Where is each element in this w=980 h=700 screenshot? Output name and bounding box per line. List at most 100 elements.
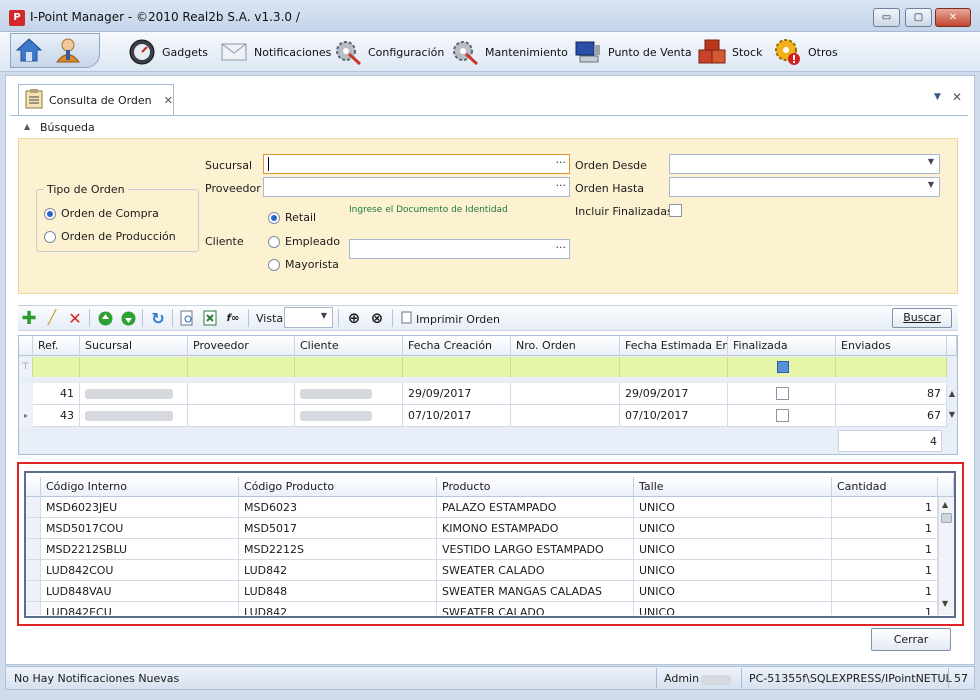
- imprimir-orden-button[interactable]: Imprimir Orden: [401, 311, 500, 327]
- scroll-thumb[interactable]: [941, 513, 952, 523]
- tab-consulta-de-orden[interactable]: Consulta de Orden ✕: [18, 84, 174, 115]
- cell-talle[interactable]: UNICO: [634, 581, 832, 602]
- orden-desde-select[interactable]: ▼: [669, 154, 940, 174]
- scroll-down-icon[interactable]: ▼: [942, 599, 948, 608]
- formula-icon[interactable]: f∞: [224, 309, 242, 327]
- close-tab-icon[interactable]: ✕: [164, 94, 173, 107]
- cell-codigo-interno[interactable]: MSD6023JEU: [41, 497, 239, 518]
- cell-talle[interactable]: UNICO: [634, 539, 832, 560]
- incluir-finalizadas-checkbox[interactable]: [669, 204, 682, 217]
- cliente-ellipsis-button[interactable]: ···: [556, 241, 567, 254]
- column-producto[interactable]: Producto: [437, 477, 634, 497]
- preview-icon[interactable]: [178, 309, 196, 327]
- cell-codigo-producto[interactable]: LUD842: [239, 602, 437, 615]
- column-codigo-interno[interactable]: Código Interno: [41, 477, 239, 497]
- column-cliente[interactable]: Cliente: [295, 336, 403, 356]
- orden-produccion-radio[interactable]: Orden de Producción: [44, 230, 176, 243]
- filter-checkbox[interactable]: [777, 361, 789, 373]
- add-icon[interactable]: ✚: [20, 308, 38, 329]
- move-down-icon[interactable]: [119, 309, 137, 327]
- cell-nro-orden[interactable]: [511, 383, 620, 405]
- cell-cantidad[interactable]: 1: [832, 581, 938, 602]
- cell-enviados[interactable]: 67: [836, 405, 947, 427]
- toolbar-stock[interactable]: Stock: [698, 37, 762, 67]
- column-fecha-creacion[interactable]: Fecha Creación: [403, 336, 511, 356]
- toolbar-punto-de-venta[interactable]: Punto de Venta: [574, 37, 692, 67]
- toolbar-configuracion[interactable]: Configuración: [334, 37, 444, 67]
- toolbar-notificaciones[interactable]: Notificaciones: [220, 37, 331, 67]
- scroll-up-icon[interactable]: ▲: [947, 389, 957, 398]
- cell-producto[interactable]: SWEATER MANGAS CALADAS: [437, 581, 634, 602]
- filter-cell[interactable]: [728, 357, 836, 377]
- cerrar-button[interactable]: Cerrar: [871, 628, 951, 651]
- column-ref[interactable]: Ref.: [33, 336, 80, 356]
- cliente-input[interactable]: ···: [349, 239, 570, 259]
- move-up-icon[interactable]: [96, 309, 114, 327]
- cell-fecha-estimada[interactable]: 07/10/2017: [620, 405, 728, 427]
- cell-cantidad[interactable]: 1: [832, 497, 938, 518]
- cell-sucursal[interactable]: [80, 383, 188, 405]
- filter-cell[interactable]: [403, 357, 511, 377]
- user-icon[interactable]: [54, 37, 82, 63]
- orden-compra-radio[interactable]: Orden de Compra: [44, 207, 159, 220]
- detail-scrollbar[interactable]: ▲ ▼: [938, 497, 954, 615]
- cell-codigo-interno[interactable]: MSD5017COU: [41, 518, 239, 539]
- refresh-icon[interactable]: ↻: [149, 309, 167, 328]
- cell-producto[interactable]: SWEATER CALADO: [437, 560, 634, 581]
- cell-producto[interactable]: SWEATER CALADO: [437, 602, 634, 615]
- filter-cell[interactable]: [188, 357, 295, 377]
- filter-cell[interactable]: [295, 357, 403, 377]
- cell-codigo-interno[interactable]: LUD842ECU: [41, 602, 239, 615]
- column-nro-orden[interactable]: Nro. Orden: [511, 336, 620, 356]
- cell-proveedor[interactable]: [188, 405, 295, 427]
- column-cantidad[interactable]: Cantidad: [832, 477, 938, 497]
- cell-cantidad[interactable]: 1: [832, 539, 938, 560]
- cell-talle[interactable]: UNICO: [634, 602, 832, 615]
- cell-codigo-interno[interactable]: LUD848VAU: [41, 581, 239, 602]
- cell-cantidad[interactable]: 1: [832, 518, 938, 539]
- cell-fecha-creacion[interactable]: 07/10/2017: [403, 405, 511, 427]
- export-excel-icon[interactable]: [201, 309, 219, 327]
- toolbar-mantenimiento[interactable]: Mantenimiento: [451, 37, 568, 67]
- cell-proveedor[interactable]: [188, 383, 295, 405]
- busqueda-header[interactable]: Búsqueda: [40, 121, 95, 134]
- scroll-up-icon[interactable]: ▲: [942, 500, 948, 509]
- filter-cell[interactable]: [33, 357, 80, 377]
- toolbar-gadgets[interactable]: Gadgets: [128, 37, 208, 67]
- toolbar-otros[interactable]: Otros: [774, 37, 838, 67]
- grid-scrollbar[interactable]: ▲ ▼: [947, 383, 957, 427]
- cell-nro-orden[interactable]: [511, 405, 620, 427]
- buscar-button[interactable]: Buscar: [892, 308, 952, 328]
- zoom-out-icon[interactable]: ⊗: [368, 309, 386, 327]
- home-icon[interactable]: [15, 37, 43, 63]
- column-sucursal[interactable]: Sucursal: [80, 336, 188, 356]
- minimize-button[interactable]: ▭: [873, 8, 900, 27]
- cell-finalizada[interactable]: [728, 383, 836, 405]
- cell-ref[interactable]: 41: [33, 383, 80, 405]
- cell-codigo-producto[interactable]: MSD5017: [239, 518, 437, 539]
- cell-ref[interactable]: 43: [33, 405, 80, 427]
- delete-icon[interactable]: ✕: [66, 309, 84, 328]
- cell-producto[interactable]: VESTIDO LARGO ESTAMPADO: [437, 539, 634, 560]
- cell-fecha-estimada[interactable]: 29/09/2017: [620, 383, 728, 405]
- filter-cell[interactable]: [80, 357, 188, 377]
- cell-codigo-producto[interactable]: MSD2212S: [239, 539, 437, 560]
- cell-talle[interactable]: UNICO: [634, 518, 832, 539]
- cell-codigo-producto[interactable]: MSD6023: [239, 497, 437, 518]
- cell-fecha-creacion[interactable]: 29/09/2017: [403, 383, 511, 405]
- collapse-arrow-icon[interactable]: ▲: [24, 122, 30, 131]
- cell-codigo-producto[interactable]: LUD848: [239, 581, 437, 602]
- edit-icon[interactable]: ╱: [43, 309, 61, 327]
- tab-list-chevron-icon[interactable]: ▼: [934, 92, 941, 102]
- empleado-radio[interactable]: Empleado: [268, 235, 340, 248]
- close-all-tabs-icon[interactable]: ✕: [952, 90, 962, 104]
- sucursal-ellipsis-button[interactable]: ···: [556, 156, 567, 169]
- cell-cantidad[interactable]: 1: [832, 602, 938, 615]
- vista-select[interactable]: ▼: [284, 307, 333, 328]
- column-talle[interactable]: Talle: [634, 477, 832, 497]
- column-enviados[interactable]: Enviados: [836, 336, 947, 356]
- cell-sucursal[interactable]: [80, 405, 188, 427]
- zoom-in-icon[interactable]: ⊕: [345, 309, 363, 327]
- mayorista-radio[interactable]: Mayorista: [268, 258, 339, 271]
- column-finalizada[interactable]: Finalizada: [728, 336, 836, 356]
